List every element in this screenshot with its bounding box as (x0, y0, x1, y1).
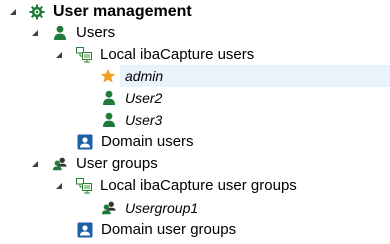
star-icon (100, 68, 116, 84)
collapse-arrow-icon[interactable] (30, 159, 40, 169)
tree-node-user3[interactable]: User3 (0, 109, 390, 131)
collapse-arrow-icon[interactable] (30, 28, 40, 38)
tree-node-local-ibacapture-users[interactable]: Local ibaCapture users (0, 44, 390, 66)
tree-node-label: User management (53, 3, 192, 20)
tree-node-local-ibacapture-user-groups[interactable]: Local ibaCapture user groups (0, 175, 390, 197)
tree-node-user2[interactable]: User2 (0, 87, 390, 109)
tree-node-domain-user-groups[interactable]: Domain user groups (0, 219, 390, 241)
tree-node-admin[interactable]: admin (120, 65, 390, 87)
collapse-arrow-icon[interactable] (8, 7, 18, 17)
collapse-arrow-icon[interactable] (54, 181, 64, 191)
tree-node-label: Domain users (101, 133, 194, 150)
tree-node-label: User2 (125, 90, 163, 106)
tree-node-label: Users (76, 24, 116, 41)
gear-icon (29, 4, 45, 20)
tree-node-user-groups[interactable]: User groups (0, 153, 390, 175)
user-management-tree: User management Users Local ibaCapture u… (0, 0, 390, 244)
network-computer-icon (76, 47, 92, 63)
tree-node-label: Local ibaCapture user groups (100, 177, 297, 194)
tree-node-domain-users[interactable]: Domain users (0, 131, 390, 153)
tree-node-label: User3 (125, 112, 163, 128)
user-group-icon (101, 200, 117, 216)
tree-node-user-management[interactable]: User management (0, 1, 390, 23)
user-icon (101, 112, 117, 128)
user-group-icon (52, 156, 68, 172)
network-computer-icon (76, 178, 92, 194)
collapse-arrow-icon[interactable] (54, 50, 64, 60)
tree-node-label: User groups (76, 155, 158, 172)
tree-node-label: Local ibaCapture users (100, 46, 255, 63)
tree-node-usergroup1[interactable]: Usergroup1 (0, 197, 390, 219)
tree-node-label: Usergroup1 (125, 200, 199, 216)
user-icon (101, 90, 117, 106)
tree-node-label: Domain user groups (101, 221, 237, 238)
tree-node-label: admin (125, 68, 164, 84)
domain-user-icon (77, 222, 93, 238)
user-icon (52, 25, 68, 41)
tree-node-users[interactable]: Users (0, 22, 390, 44)
domain-user-icon (77, 134, 93, 150)
